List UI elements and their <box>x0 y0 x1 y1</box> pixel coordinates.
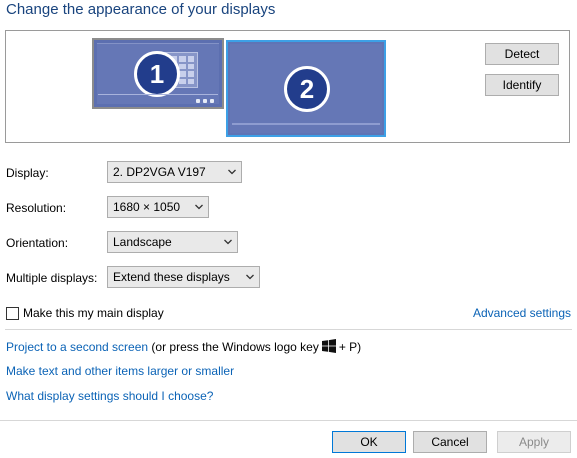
multiple-displays-select-value: Extend these displays <box>113 270 230 284</box>
chevron-down-icon <box>195 204 203 210</box>
detect-button[interactable]: Detect <box>485 43 559 65</box>
monitor-arrangement-panel: 1 2 Detect Identify <box>5 30 570 143</box>
chevron-down-icon <box>246 274 254 280</box>
windows-logo-icon <box>321 339 336 353</box>
resolution-select[interactable]: 1680 × 1050 <box>107 196 209 218</box>
display-select-value: 2. DP2VGA V197 <box>113 165 206 179</box>
advanced-settings-link[interactable]: Advanced settings <box>473 306 571 320</box>
multiple-displays-label: Multiple displays: <box>6 271 98 285</box>
project-row: Project to a second screen (or press the… <box>6 339 361 354</box>
taskbar-dots-icon <box>196 99 214 103</box>
display-label: Display: <box>6 166 49 180</box>
orientation-label: Orientation: <box>6 236 69 250</box>
main-display-checkbox[interactable] <box>6 307 19 320</box>
project-second-screen-link[interactable]: Project to a second screen <box>6 340 148 354</box>
divider <box>5 329 572 330</box>
monitor-2[interactable]: 2 <box>226 40 386 137</box>
ok-button[interactable]: OK <box>332 431 406 453</box>
display-help-link[interactable]: What display settings should I choose? <box>6 389 213 403</box>
project-hint-shortcut: + P) <box>338 340 362 354</box>
monitor-1-number: 1 <box>134 51 180 97</box>
resolution-label: Resolution: <box>6 201 67 215</box>
monitor-2-number: 2 <box>284 66 330 112</box>
taskbar-line <box>232 123 380 125</box>
identify-button[interactable]: Identify <box>485 74 559 96</box>
monitor-1[interactable]: 1 <box>92 38 224 109</box>
text-size-link[interactable]: Make text and other items larger or smal… <box>6 364 234 378</box>
page-title: Change the appearance of your displays <box>6 1 276 18</box>
display-settings-window: Change the appearance of your displays 1… <box>0 0 577 458</box>
display-select[interactable]: 2. DP2VGA V197 <box>107 161 242 183</box>
main-display-label[interactable]: Make this my main display <box>23 306 164 320</box>
orientation-select-value: Landscape <box>113 235 172 249</box>
footer-divider <box>0 420 577 421</box>
cancel-button[interactable]: Cancel <box>413 431 487 453</box>
apply-button[interactable]: Apply <box>497 431 571 453</box>
orientation-select[interactable]: Landscape <box>107 231 238 253</box>
chevron-down-icon <box>228 169 236 175</box>
taskbar-line <box>98 94 218 95</box>
resolution-select-value: 1680 × 1050 <box>113 200 181 214</box>
project-hint-text: (or press the Windows logo key <box>151 340 319 354</box>
chevron-down-icon <box>224 239 232 245</box>
multiple-displays-select[interactable]: Extend these displays <box>107 266 260 288</box>
